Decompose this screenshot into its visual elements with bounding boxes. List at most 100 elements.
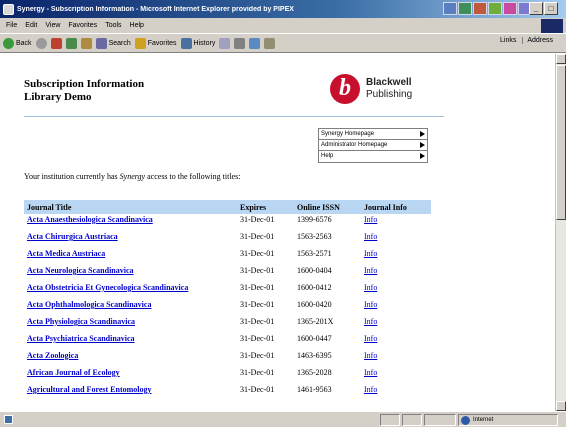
info-link[interactable]: Info — [364, 232, 377, 241]
journal-title-link[interactable]: Acta Medica Austriaca — [27, 249, 105, 258]
expires-cell: 31-Dec-01 — [240, 351, 275, 360]
info-link[interactable]: Info — [364, 334, 377, 343]
journal-title-link[interactable]: Acta Zoologica — [27, 351, 78, 360]
journal-title-link[interactable]: Acta Anaesthesiologica Scandinavica — [27, 215, 153, 224]
table-row: Acta Chirurgica Austriaca 31-Dec-01 1563… — [24, 231, 431, 248]
edit-button[interactable] — [249, 37, 261, 49]
toolbar: Back Search Favorites History — [0, 33, 566, 53]
status-panel — [402, 414, 422, 426]
page-content: Subscription Information Library Demo b … — [0, 54, 555, 411]
arrow-right-icon — [420, 153, 425, 159]
issn-cell: 1600-0447 — [297, 334, 332, 343]
links-button[interactable]: Links — [500, 37, 516, 44]
nav-menu: Synergy Homepage Administrator Homepage … — [318, 128, 428, 163]
globe-icon — [461, 416, 470, 425]
nav-item-administrator-homepage[interactable]: Administrator Homepage — [319, 140, 427, 151]
scroll-down-button[interactable] — [556, 401, 566, 411]
info-link[interactable]: Info — [364, 266, 377, 275]
issn-cell: 1365-2028 — [297, 368, 332, 377]
refresh-button[interactable] — [65, 37, 77, 49]
stop-icon — [50, 37, 62, 49]
history-icon — [180, 37, 192, 49]
blackwell-logo[interactable]: b Blackwell Publishing — [330, 74, 412, 104]
info-link[interactable]: Info — [364, 249, 377, 258]
menu-view[interactable]: View — [45, 22, 60, 29]
print-button[interactable] — [234, 37, 246, 49]
task-icon[interactable] — [443, 2, 457, 15]
nav-item-synergy-homepage[interactable]: Synergy Homepage — [319, 129, 427, 140]
menu-edit[interactable]: Edit — [25, 22, 37, 29]
history-button[interactable]: History — [180, 37, 215, 49]
journal-title-link[interactable]: Acta Chirurgica Austriaca — [27, 232, 118, 241]
issn-cell: 1600-0420 — [297, 300, 332, 309]
journal-title-link[interactable]: Acta Neurologica Scandinavica — [27, 266, 134, 275]
expires-cell: 31-Dec-01 — [240, 266, 275, 275]
journal-title-link[interactable]: Agricultural and Forest Entomology — [27, 385, 152, 394]
back-label: Back — [16, 39, 32, 47]
journal-title-link[interactable]: African Journal of Ecology — [27, 368, 120, 377]
favorites-button[interactable]: Favorites — [134, 37, 177, 49]
info-link[interactable]: Info — [364, 368, 377, 377]
scroll-thumb[interactable] — [556, 65, 566, 220]
maximize-button[interactable]: □ — [544, 2, 558, 15]
refresh-icon — [65, 37, 77, 49]
issn-cell: 1399-6576 — [297, 215, 332, 224]
issn-cell: 1600-0404 — [297, 266, 332, 275]
journal-title-link[interactable]: Acta Ophthalmologica Scandinavica — [27, 300, 151, 309]
journal-title-link[interactable]: Acta Physiologica Scandinavica — [27, 317, 135, 326]
issn-cell: 1365-201X — [297, 317, 334, 326]
menu-favorites[interactable]: Favorites — [68, 22, 97, 29]
nav-item-label: Administrator Homepage — [321, 142, 388, 148]
journal-title-link[interactable]: Acta Psychiatrica Scandinavica — [27, 334, 135, 343]
table-row: Acta Physiologica Scandinavica 31-Dec-01… — [24, 316, 431, 333]
info-link[interactable]: Info — [364, 351, 377, 360]
journal-title-link[interactable]: Acta Obstetricia Et Gynecologica Scandin… — [27, 283, 188, 292]
windows-logo-icon — [541, 19, 563, 33]
nav-item-help[interactable]: Help — [319, 151, 427, 162]
discuss-icon — [264, 37, 276, 49]
discuss-button[interactable] — [264, 37, 276, 49]
issn-cell: 1563-2571 — [297, 249, 332, 258]
favorites-label: Favorites — [147, 39, 177, 47]
forward-button[interactable] — [35, 37, 47, 49]
title-bar: Synergy - Subscription Information - Mic… — [0, 0, 566, 18]
expires-cell: 31-Dec-01 — [240, 300, 275, 309]
edit-icon — [249, 37, 261, 49]
menu-tools[interactable]: Tools — [105, 22, 121, 29]
expires-cell: 31-Dec-01 — [240, 249, 275, 258]
page-title-line2: Library Demo — [24, 91, 92, 103]
menu-help[interactable]: Help — [130, 22, 144, 29]
table-row: Acta Medica Austriaca 31-Dec-01 1563-257… — [24, 248, 431, 265]
search-button[interactable]: Search — [95, 37, 131, 49]
info-link[interactable]: Info — [364, 283, 377, 292]
task-icon[interactable] — [488, 2, 502, 15]
info-link[interactable]: Info — [364, 215, 377, 224]
expires-cell: 31-Dec-01 — [240, 317, 275, 326]
scroll-up-button[interactable] — [556, 54, 566, 64]
expires-cell: 31-Dec-01 — [240, 232, 275, 241]
info-link[interactable]: Info — [364, 385, 377, 394]
vertical-scrollbar[interactable] — [555, 54, 566, 411]
info-link[interactable]: Info — [364, 300, 377, 309]
stop-button[interactable] — [50, 37, 62, 49]
task-icon[interactable] — [503, 2, 517, 15]
home-button[interactable] — [80, 37, 92, 49]
header-divider — [24, 116, 444, 117]
window-title: Synergy - Subscription Information - Mic… — [17, 5, 294, 13]
col-expires: Expires — [237, 200, 294, 214]
task-icon[interactable] — [458, 2, 472, 15]
table-row: Acta Anaesthesiologica Scandinavica 31-D… — [24, 214, 431, 231]
expires-cell: 31-Dec-01 — [240, 334, 275, 343]
expires-cell: 31-Dec-01 — [240, 385, 275, 394]
task-icon[interactable] — [473, 2, 487, 15]
intro-before: Your institution currently has — [24, 172, 120, 181]
favorites-icon — [134, 37, 146, 49]
menu-file[interactable]: File — [6, 22, 17, 29]
security-zone: Internet — [458, 414, 558, 426]
search-label: Search — [108, 39, 131, 47]
mail-button[interactable] — [219, 37, 231, 49]
back-button[interactable]: Back — [3, 37, 32, 49]
minimize-button[interactable]: _ — [529, 2, 543, 15]
info-link[interactable]: Info — [364, 317, 377, 326]
page-title: Subscription Information Library Demo — [24, 78, 144, 104]
